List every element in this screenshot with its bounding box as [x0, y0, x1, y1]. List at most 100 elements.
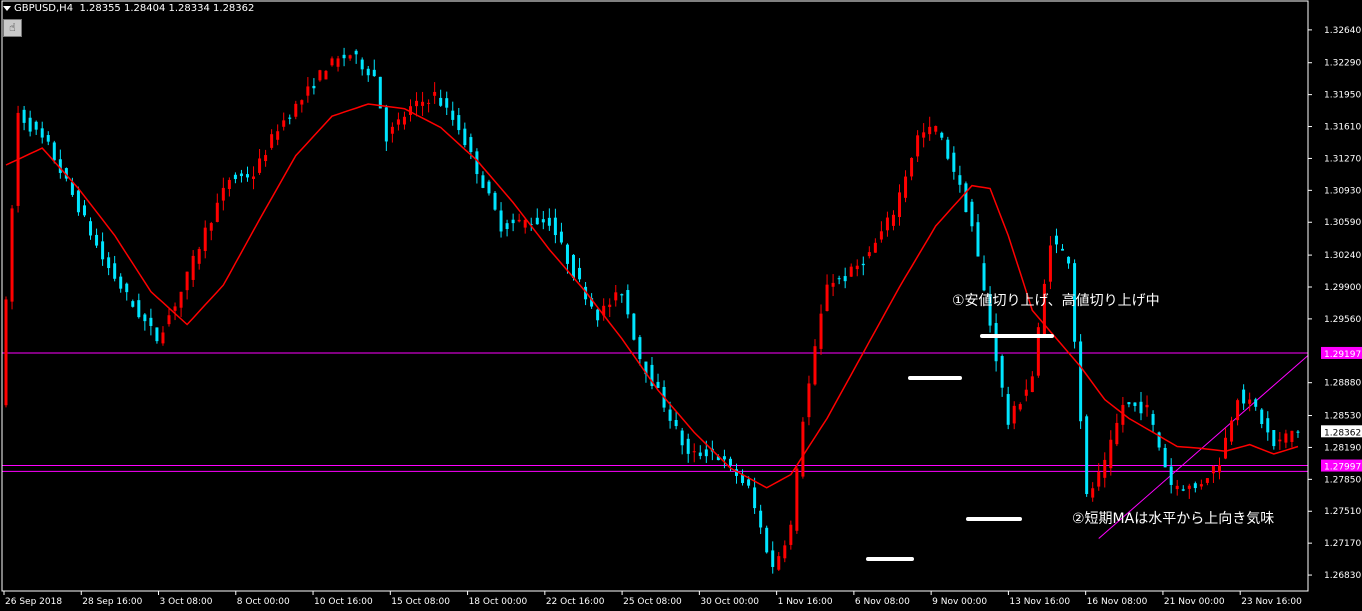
- candle-body: [934, 126, 938, 132]
- candle-body: [765, 527, 769, 553]
- candle-body: [1067, 256, 1071, 264]
- candle-body: [559, 231, 563, 243]
- candle-body: [831, 282, 835, 287]
- candle-body: [499, 210, 503, 232]
- candle-body: [1230, 420, 1234, 442]
- candle-body: [1187, 485, 1191, 489]
- candle-body: [626, 290, 630, 315]
- candle-body: [1193, 483, 1197, 489]
- candle-body: [227, 179, 231, 190]
- candle-body: [1163, 447, 1167, 468]
- y-tick-label: 1.28880: [1324, 379, 1361, 389]
- candle-body: [276, 131, 280, 140]
- candle-body: [481, 175, 485, 188]
- candle-body: [70, 182, 74, 195]
- candle-body: [922, 132, 926, 138]
- candle-body: [1103, 459, 1107, 478]
- y-tick-label: 1.28530: [1324, 412, 1361, 422]
- candle-body: [433, 91, 437, 96]
- y-tick-label: 1.31950: [1324, 91, 1361, 101]
- candle-body: [131, 301, 135, 307]
- candle-body: [928, 126, 932, 135]
- candle-body: [855, 265, 859, 270]
- candle-body: [982, 263, 986, 291]
- candle-body: [1012, 405, 1016, 424]
- annotation-1: ①安値切り上げ、高値切り上げ中: [952, 293, 1160, 309]
- x-tick-label: 10 Oct 16:00: [314, 597, 373, 607]
- candle-body: [674, 420, 678, 427]
- candle-body: [233, 174, 237, 180]
- candle-body: [825, 284, 829, 312]
- candle-body: [759, 510, 763, 528]
- y-tick-label: 1.31270: [1324, 154, 1361, 164]
- hand-pointer-icon[interactable]: ☝: [3, 19, 22, 37]
- candle-body: [819, 313, 823, 349]
- candle-body: [565, 244, 569, 264]
- candle-body: [366, 68, 370, 76]
- candle-body: [686, 438, 690, 454]
- candle-body: [40, 128, 44, 138]
- candle-body: [10, 208, 14, 302]
- y-tick-label: 1.29560: [1324, 315, 1361, 325]
- candle-body: [777, 556, 781, 570]
- candle-body: [547, 217, 551, 226]
- candle-body: [1290, 430, 1294, 442]
- candle-body: [415, 100, 419, 107]
- candle-body: [439, 97, 443, 106]
- candle-body: [1115, 422, 1119, 445]
- candle-body: [1151, 413, 1155, 425]
- candle-body: [179, 291, 183, 308]
- candle-body: [807, 383, 811, 418]
- candle-body: [1199, 484, 1203, 487]
- candle-body: [125, 283, 129, 293]
- candle-body: [541, 219, 545, 223]
- candle-body: [873, 242, 877, 253]
- y-tick-label: 1.29900: [1324, 283, 1361, 293]
- candle-body: [511, 219, 515, 224]
- candle-body: [632, 313, 636, 340]
- candle-body: [1217, 464, 1221, 473]
- candle-body: [1000, 356, 1004, 388]
- y-tick-label: 1.26830: [1324, 571, 1361, 581]
- candle-body: [421, 101, 425, 106]
- candle-body: [608, 304, 612, 308]
- candle-body: [360, 59, 364, 70]
- x-tick-label: 21 Nov 00:00: [1164, 597, 1225, 607]
- candle-body: [1079, 341, 1083, 422]
- y-tick-label: 1.30930: [1324, 186, 1361, 196]
- candle-body: [505, 223, 509, 230]
- candle-body: [1284, 433, 1288, 443]
- candle-body: [348, 55, 352, 59]
- candle-body: [1175, 485, 1179, 490]
- candle-body: [384, 107, 388, 142]
- last-price-label: 1.28362: [1324, 428, 1361, 438]
- candle-body: [1205, 478, 1209, 483]
- candle-body: [493, 192, 497, 210]
- candle-body: [970, 201, 974, 227]
- candle-body: [52, 142, 56, 161]
- candle-body: [155, 327, 159, 342]
- candle-body: [813, 346, 817, 385]
- candle-body: [469, 137, 473, 152]
- x-tick-label: 9 Nov 00:00: [932, 597, 987, 607]
- candle-body: [1127, 402, 1131, 405]
- candle-body: [252, 176, 256, 179]
- candle-body: [747, 479, 751, 486]
- symbol-label: GBPUSD,H4: [14, 3, 74, 14]
- candle-body: [34, 121, 38, 130]
- candle-body: [728, 458, 732, 466]
- candle-body: [910, 157, 914, 177]
- candles: [4, 47, 1300, 574]
- candle-body: [1266, 418, 1270, 433]
- candle-body: [270, 134, 274, 148]
- candle-body: [535, 217, 539, 225]
- candle-body: [837, 278, 841, 280]
- candle-body: [1085, 416, 1089, 495]
- candle-body: [28, 117, 32, 132]
- chart-header: GBPUSD,H4 1.28355 1.28404 1.28334 1.2836…: [3, 3, 254, 14]
- candle-body: [904, 176, 908, 198]
- candle-body: [143, 314, 147, 322]
- candle-body: [22, 109, 26, 123]
- chevron-down-icon[interactable]: [3, 5, 11, 11]
- candle-body: [861, 263, 865, 266]
